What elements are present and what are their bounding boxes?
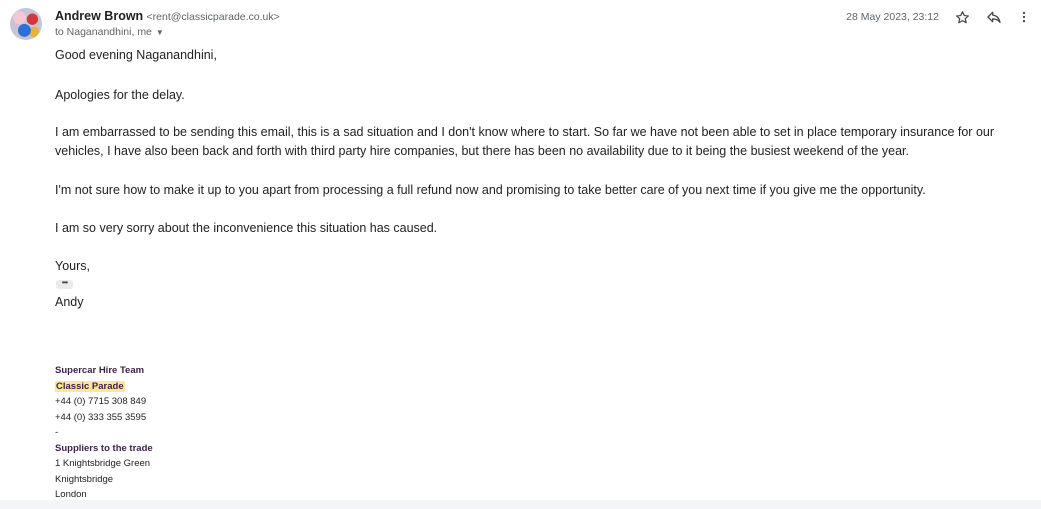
email-signature: Supercar Hire Team Classic Parade +44 (0… [55,363,153,503]
recipients-details-icon[interactable]: ▼ [156,28,164,37]
signature-company: Classic Parade [55,380,125,392]
star-icon[interactable] [951,6,973,28]
show-trimmed-content-button[interactable]: ••• [56,279,73,289]
signature-address-2: Knightsbridge [55,473,114,485]
email-message-view: Andrew Brown <rent@classicparade.co.uk> … [0,0,1041,509]
reply-icon[interactable] [983,6,1005,28]
paragraph-2: I'm not sure how to make it up to you ap… [55,183,926,197]
message-date: 28 May 2023, 23:12 [846,11,939,23]
signoff-name: Andy [55,295,84,309]
paragraph-1: I am embarrassed to be sending this emai… [55,125,995,158]
signature-separator: - [55,427,59,438]
bottom-divider [0,500,1041,509]
sender-email: <rent@classicparade.co.uk> [146,11,280,23]
recipients-text: to Naganandhini, me [55,26,152,38]
message-header: Andrew Brown <rent@classicparade.co.uk> … [0,0,1041,44]
signature-phone-2[interactable]: +44 (0) 333 355 3595 [55,410,153,426]
sender-name[interactable]: Andrew Brown [55,9,143,23]
signature-address-1: 1 Knightsbridge Green [55,458,151,469]
greeting: Good evening Naganandhini, [55,48,217,62]
apology-line: Apologies for the delay. [55,88,185,102]
signature-team: Supercar Hire Team [55,365,145,376]
closing-line: Yours, [55,259,90,273]
sender-line: Andrew Brown <rent@classicparade.co.uk> [55,9,280,23]
signature-phone-1[interactable]: +44 (0) 7715 308 849 [55,394,153,410]
signature-suppliers: Suppliers to the trade [55,442,153,454]
more-vert-icon[interactable] [1013,6,1035,28]
paragraph-3: I am so very sorry about the inconvenien… [55,221,438,235]
recipients-line[interactable]: to Naganandhini, me ▼ [55,26,164,38]
sender-avatar[interactable] [10,8,42,40]
